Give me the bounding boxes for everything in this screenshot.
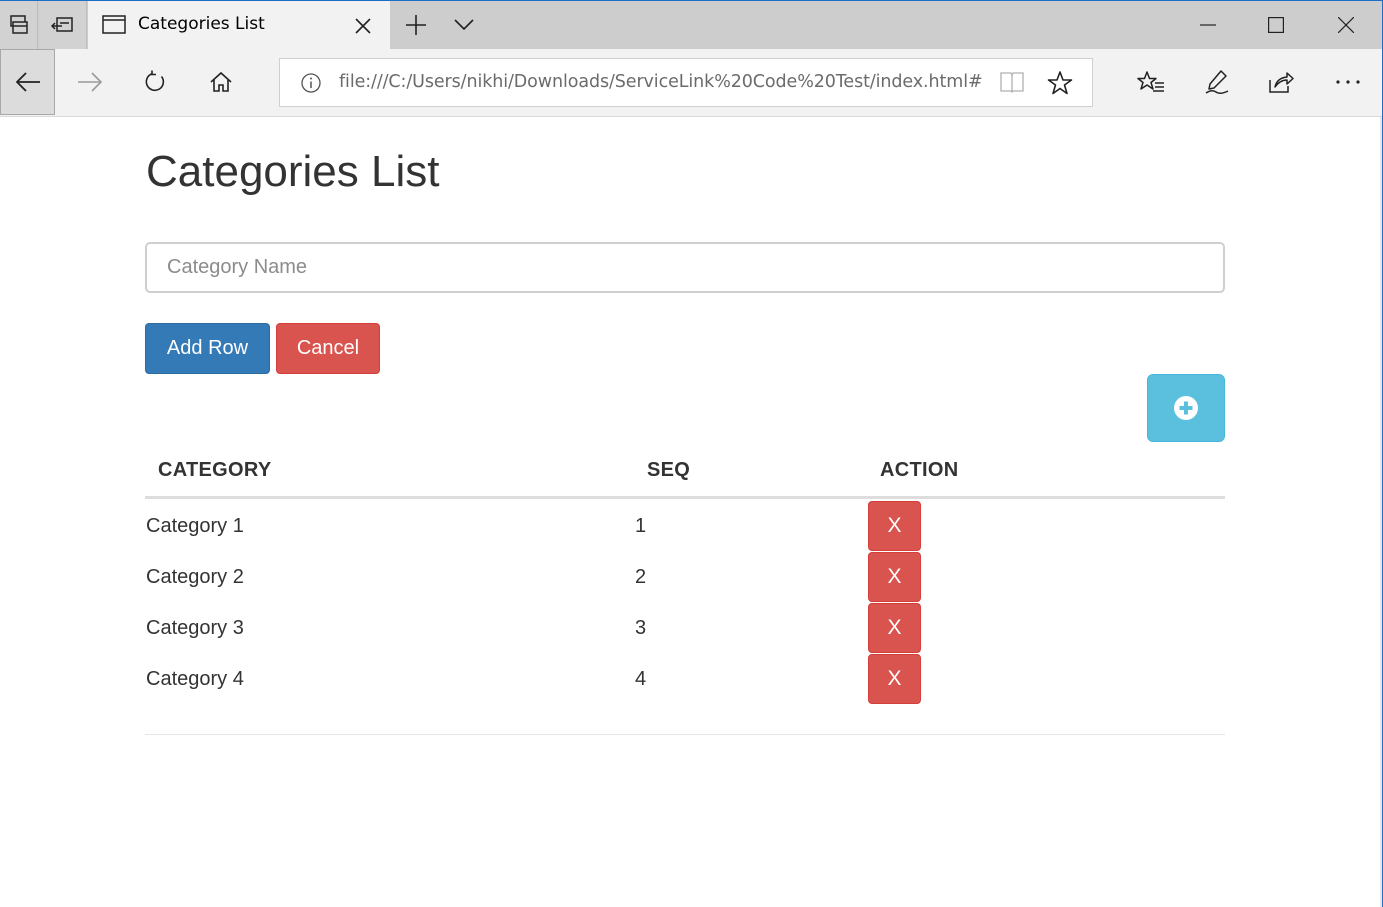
url-text[interactable]: file:///C:/Users/nikhi/Downloads/Service…	[339, 72, 983, 92]
share-icon	[1269, 72, 1294, 93]
pen-icon	[1205, 70, 1229, 95]
delete-row-button[interactable]: X	[868, 552, 921, 602]
favorites-button[interactable]	[1121, 49, 1181, 115]
refresh-icon	[145, 70, 165, 92]
table-row: Category 4 4 X	[145, 652, 1225, 704]
table-header: CATEGORY SEQ ACTION	[145, 447, 1225, 499]
delete-row-button[interactable]: X	[868, 654, 921, 704]
tab-groups-button[interactable]	[0, 1, 38, 49]
title-bar: Categories List	[0, 1, 1382, 49]
cancel-button[interactable]: Cancel	[276, 323, 380, 374]
home-icon	[210, 71, 232, 92]
ellipsis-icon	[1336, 80, 1360, 84]
category-cell: Category 2	[146, 566, 244, 588]
plus-circle-icon	[1174, 396, 1198, 420]
delete-row-button[interactable]: X	[868, 603, 921, 653]
info-icon[interactable]	[300, 72, 322, 94]
page-content: Categories List Add Row Cancel CATEGORY …	[0, 117, 1382, 907]
minimize-icon	[1200, 24, 1216, 26]
column-header-action: ACTION	[880, 459, 959, 481]
category-cell: Category 3	[146, 617, 244, 639]
tab-previews-button[interactable]	[442, 1, 486, 49]
browser-toolbar: file:///C:/Users/nikhi/Downloads/Service…	[0, 49, 1382, 117]
web-note-button[interactable]	[1187, 49, 1247, 115]
tabs-aside-icon	[9, 15, 28, 34]
seq-cell: 3	[635, 617, 647, 639]
category-cell: Category 4	[146, 668, 244, 690]
chevron-down-icon	[454, 19, 474, 31]
page-title: Categories List	[146, 147, 440, 196]
star-icon[interactable]	[1047, 70, 1073, 96]
home-button[interactable]	[191, 49, 251, 115]
table-divider	[145, 734, 1225, 735]
table-row: Category 2 2 X	[145, 550, 1225, 602]
add-category-button[interactable]	[1147, 374, 1225, 442]
plus-icon	[406, 15, 426, 35]
tab-categories-list[interactable]: Categories List	[88, 1, 390, 49]
back-button[interactable]	[0, 49, 55, 115]
seq-cell: 2	[635, 566, 647, 588]
seq-cell: 4	[635, 668, 647, 690]
new-tab-button[interactable]	[394, 1, 438, 49]
close-icon	[355, 18, 371, 34]
page-edge	[1380, 117, 1382, 907]
window-close-button[interactable]	[1314, 1, 1378, 49]
add-row-button[interactable]: Add Row	[145, 323, 270, 374]
more-button[interactable]	[1318, 49, 1378, 115]
seq-cell: 1	[635, 515, 647, 537]
refresh-button[interactable]	[125, 49, 185, 115]
minimize-button[interactable]	[1178, 1, 1238, 49]
favorites-list-icon	[1137, 71, 1164, 92]
browser-window: Categories List file:///C:/Users/nikhi/D…	[0, 0, 1383, 907]
forward-arrow-icon	[78, 72, 103, 92]
share-button[interactable]	[1251, 49, 1311, 115]
address-bar[interactable]: file:///C:/Users/nikhi/Downloads/Service…	[279, 58, 1093, 107]
forward-button[interactable]	[60, 49, 120, 115]
category-name-input[interactable]	[145, 242, 1225, 293]
table-row: Category 1 1 X	[145, 499, 1225, 551]
category-cell: Category 1	[146, 515, 244, 537]
set-aside-icon	[50, 17, 73, 32]
back-arrow-icon	[15, 72, 40, 92]
tab-close-button[interactable]	[350, 13, 376, 39]
reading-view-icon[interactable]	[999, 70, 1025, 94]
maximize-icon	[1268, 17, 1284, 33]
page-icon	[102, 15, 126, 34]
table-row: Category 3 3 X	[145, 601, 1225, 653]
set-tabs-aside-button[interactable]	[39, 1, 87, 49]
categories-table: CATEGORY SEQ ACTION Category 1 1 X Categ…	[145, 447, 1225, 704]
maximize-button[interactable]	[1246, 1, 1306, 49]
column-header-category: CATEGORY	[158, 459, 272, 481]
delete-row-button[interactable]: X	[868, 501, 921, 551]
tab-title: Categories List	[138, 14, 265, 34]
close-icon	[1338, 17, 1354, 33]
column-header-seq: SEQ	[647, 459, 691, 481]
